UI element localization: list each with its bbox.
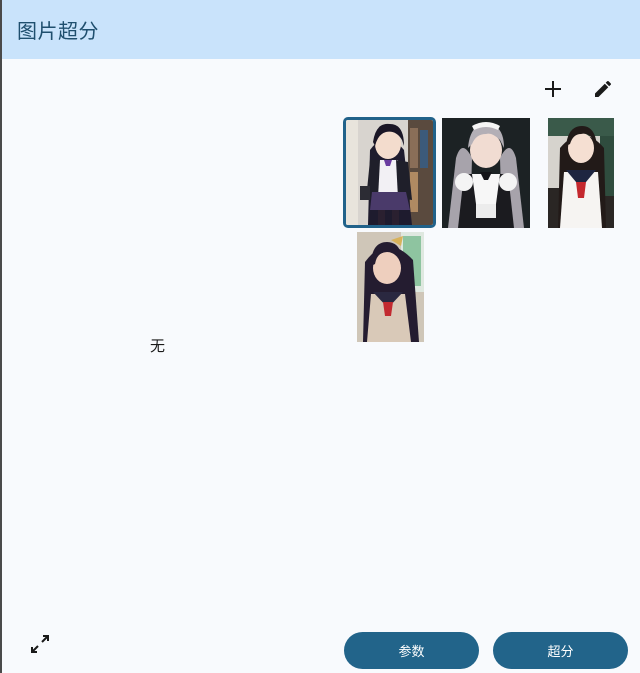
gallery-thumbnail-2[interactable]	[442, 118, 530, 228]
app-header: 图片超分	[2, 0, 640, 59]
expand-button[interactable]	[29, 633, 51, 655]
plus-icon	[545, 81, 561, 97]
anime-girl-sailor-uniform-thumbnail	[548, 118, 614, 228]
gallery-thumbnail-3[interactable]	[548, 118, 614, 228]
edit-button[interactable]	[588, 74, 618, 104]
anime-girl-maid-thumbnail	[442, 118, 530, 228]
app-window: 图片超分 无 参数 超分	[0, 0, 640, 673]
gallery-thumbnail-1[interactable]	[343, 117, 436, 228]
gallery-thumbnail-4[interactable]	[357, 232, 424, 342]
add-image-button[interactable]	[538, 74, 568, 104]
expand-icon	[31, 635, 49, 653]
page-title: 图片超分	[17, 19, 99, 43]
anime-girl-dark-hair-thumbnail	[357, 232, 424, 342]
preview-empty-text: 无	[150, 337, 166, 355]
upscale-button[interactable]: 超分	[493, 632, 628, 669]
pencil-icon	[595, 81, 611, 97]
params-button[interactable]: 参数	[344, 632, 479, 669]
anime-girl-blazer-thumbnail	[346, 120, 433, 225]
